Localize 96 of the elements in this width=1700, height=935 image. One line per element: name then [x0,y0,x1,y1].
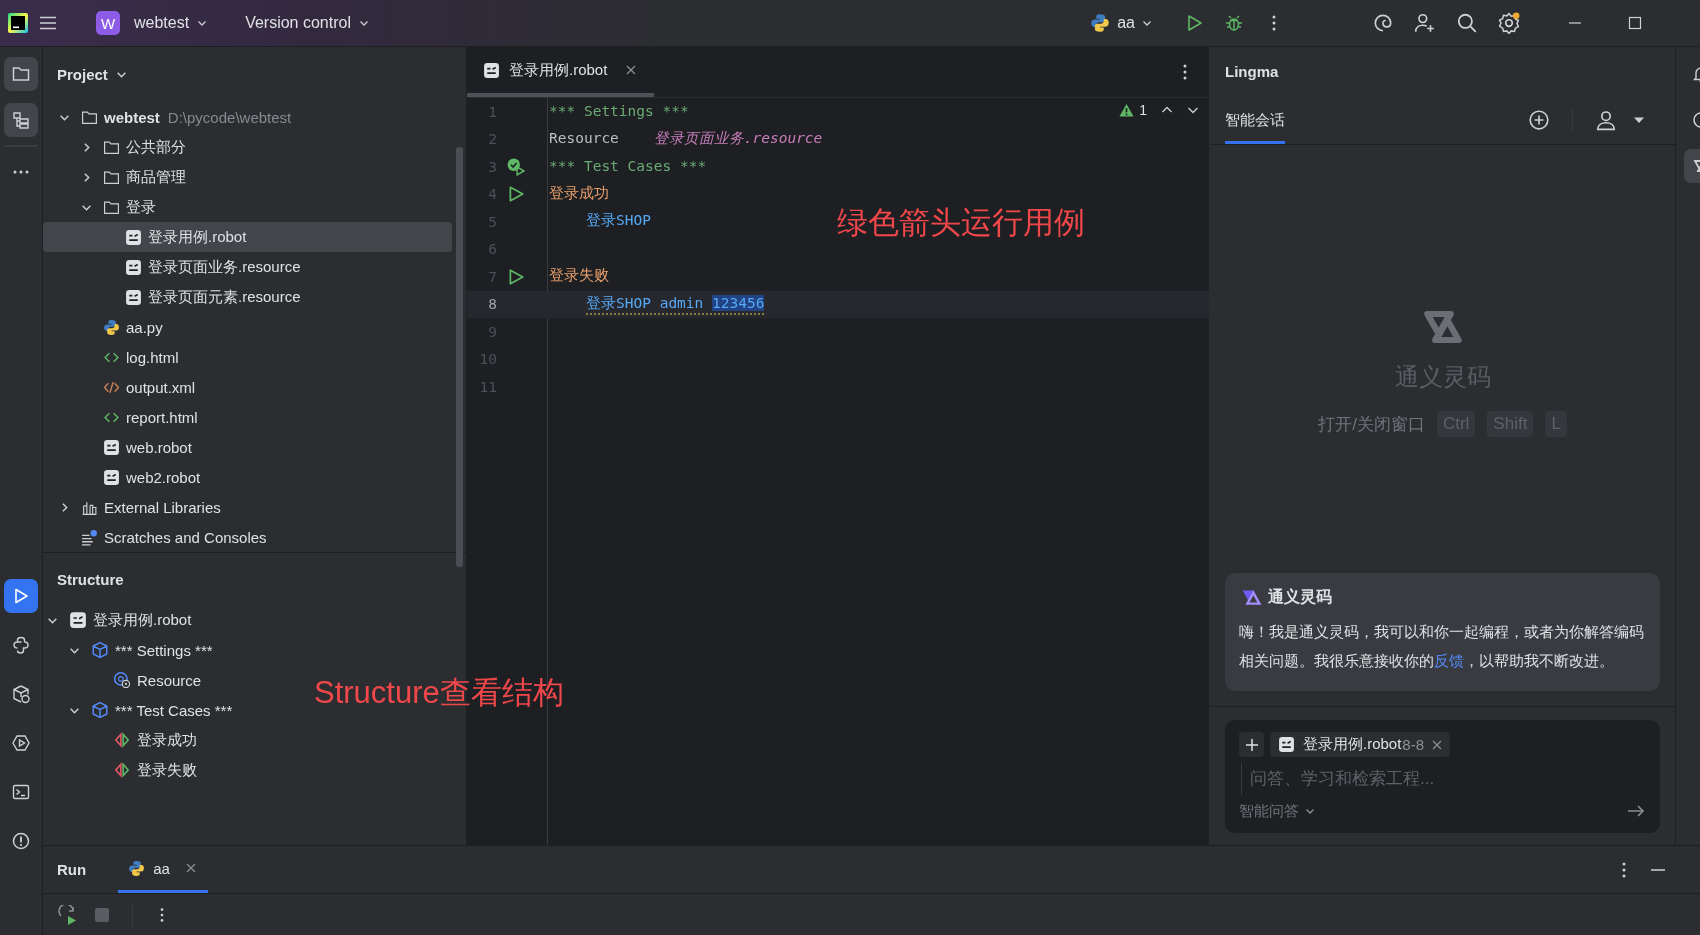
annotation-text: Structure查看结构 [314,674,564,712]
scrollbar[interactable] [456,147,463,567]
folder-icon[interactable] [4,57,38,91]
bug-icon[interactable] [1224,13,1244,33]
mode-selector[interactable]: 智能问答 [1239,801,1315,821]
tree-item[interactable]: *** Settings *** [43,635,221,665]
robot-file-icon [125,228,142,246]
caret-icon [1305,806,1315,816]
run-icon[interactable] [507,267,525,286]
python-icon [1090,13,1111,33]
code-text: 登录页面业务.resource [653,128,823,148]
warning-icon [1119,102,1135,118]
project-switcher[interactable]: W webtest [96,11,208,35]
caret-icon [359,18,369,28]
card-title: 通义灵码 [1268,586,1332,607]
robot-file-icon [125,288,142,306]
python-icon [103,318,120,336]
code-text: 登录失败 [549,266,609,286]
tree-item[interactable]: 登录成功 [43,725,205,755]
cube-icon [91,701,109,719]
maximize-icon[interactable] [1628,16,1642,30]
warning-count[interactable]: 1 [1119,102,1147,118]
tree-item[interactable]: 公共部分 [43,132,452,162]
code-text: 123456 [712,295,765,312]
test-case-icon [113,761,131,779]
user-icon[interactable] [1595,109,1617,131]
path-hint: D:\pycode\webtest [167,108,292,126]
tree-item[interactable]: web2.robot [43,462,452,492]
close-icon[interactable] [626,65,637,75]
rerun-icon[interactable] [58,904,78,925]
close-icon[interactable] [1432,739,1443,750]
code-text: 登录成功 [549,183,609,203]
add-user-icon[interactable] [1414,12,1436,34]
shortcut-hint: 打开/关闭窗口 [1318,413,1425,436]
project-badge: W [96,11,120,35]
plus-icon [1244,737,1259,752]
run-tab[interactable]: aa [118,846,208,893]
chat-input[interactable]: 问答、学习和检索工程... [1241,763,1646,795]
robot-file-icon [483,61,500,79]
robot-file-icon [1278,736,1295,753]
robot-file-icon [103,468,120,486]
tree-item[interactable]: 登录 [43,192,452,222]
tree-item[interactable]: aa.py [43,312,452,342]
robot-file-icon [125,258,142,276]
tree-item[interactable]: Resource [43,665,210,695]
add-icon[interactable] [1528,109,1550,131]
scratch-list-icon [81,528,98,546]
test-case-icon [113,731,131,749]
tree-item[interactable]: log.html [43,342,452,372]
run-icon[interactable] [4,579,38,613]
app-logo-icon[interactable] [8,13,28,33]
close-icon[interactable] [185,863,196,873]
tree-item[interactable]: webtest D:\pycode\webtest [43,102,452,132]
robot-file-icon [103,438,120,456]
tree-item[interactable]: 登录页面业务.resource [43,252,452,282]
resource-icon [113,671,131,689]
panel-title[interactable]: Project [57,66,108,83]
code-text: Resource [549,130,620,147]
line-number: 8 [487,296,497,313]
structure-icon[interactable] [4,103,38,137]
panel-title: Lingma [1225,63,1279,80]
search-icon[interactable] [1456,12,1478,34]
vcs-menu[interactable]: Version control [245,14,369,32]
welcome-message: 嗨！我是通义灵码，我可以和你一起编程，或者为你解答编码相关问题。我很乐意接收你的反馈，以帮助我不断改进。 [1239,622,1645,671]
cube-icon [91,641,109,659]
tree-item[interactable]: 登录用例.robot [43,605,200,635]
tree-item[interactable]: 登录用例.robot [43,222,452,252]
caret-icon [197,18,208,28]
tree-item[interactable]: 登录失败 [43,755,205,785]
tree-item[interactable]: *** Test Cases *** [43,695,241,725]
chat-tab[interactable]: 智能会话 [1225,96,1285,144]
tree-item[interactable]: 登录页面元素.resource [43,282,452,312]
chat-composer[interactable]: 登录用例.robot8-8 问答、学习和检索工程... 智能问答 [1225,720,1660,833]
robot-file-icon [69,611,87,629]
panel-title: Run [57,861,87,878]
run-config-selector[interactable]: aa [1090,13,1152,33]
tree-item[interactable]: 商品管理 [43,162,452,192]
caret-icon [1142,18,1152,28]
tree-item[interactable]: Scratches and Consoles [43,522,452,552]
code-text: *** Settings *** [549,102,689,119]
tree-item[interactable]: report.html [43,402,452,432]
code-text: 登录SHOP [586,211,651,231]
settings-icon[interactable] [1498,12,1520,34]
tree-item[interactable]: output.xml [43,372,452,402]
add-context-button[interactable] [1239,732,1264,757]
editor-tab[interactable]: 登录用例.robot [467,47,655,97]
context-chip[interactable]: 登录用例.robot8-8 [1270,732,1451,757]
python-icon [128,859,146,877]
passed-run-icon[interactable] [507,157,525,176]
panel-title: Structure [57,570,124,588]
tree-item[interactable]: External Libraries [43,492,452,522]
code-text: 登录SHOP admin [586,293,705,313]
tree-item[interactable]: web.robot [43,432,452,462]
run-icon[interactable] [507,185,525,204]
annotation-text: 绿色箭头运行用例 [837,204,1085,242]
code-text: *** Test Cases *** [549,157,707,174]
